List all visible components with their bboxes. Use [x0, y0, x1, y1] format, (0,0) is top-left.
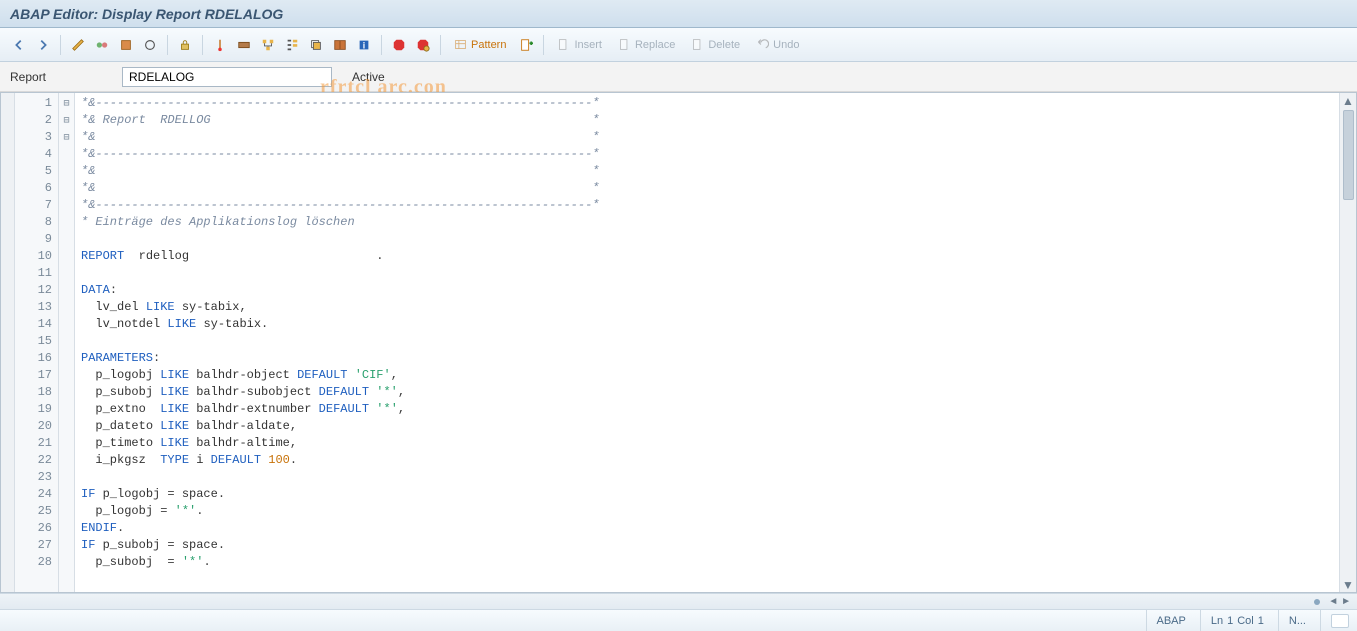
fold-gutter[interactable] — [1, 93, 15, 592]
svg-text:i: i — [363, 40, 365, 50]
help-button[interactable]: i — [353, 34, 375, 56]
toolbar-separator — [202, 35, 203, 55]
toolbar-separator — [440, 35, 441, 55]
status-line-number: 1 — [1227, 615, 1233, 627]
pattern-icon — [454, 38, 467, 51]
editor-nav-bar: ◄ ► — [0, 593, 1357, 609]
pencil-glasses-icon — [71, 38, 85, 52]
stack-icon — [309, 38, 323, 52]
status-language: ABAP — [1146, 610, 1186, 631]
report-label: Report — [10, 70, 110, 84]
stop-person-icon — [416, 38, 430, 52]
arrow-left-icon — [12, 38, 26, 52]
status-end-segment[interactable] — [1320, 610, 1349, 631]
scroll-up-icon[interactable]: ▲ — [1341, 93, 1356, 108]
delete-label: Delete — [708, 39, 740, 51]
nav-stack-button[interactable] — [305, 34, 327, 56]
line-number-gutter: 1234567891011121314151617181920212223242… — [15, 93, 59, 592]
status-ln-label: Ln — [1211, 615, 1223, 627]
vertical-scrollbar[interactable]: ▲ ▼ — [1339, 93, 1356, 592]
fullscreen-button[interactable] — [329, 34, 351, 56]
activate-button[interactable] — [209, 34, 231, 56]
undo-button[interactable]: Undo — [749, 34, 806, 56]
undo-icon — [756, 38, 769, 51]
title-bar: ABAP Editor: Display Report RDELALOG — [0, 0, 1357, 28]
report-row: Report Active — [0, 62, 1357, 92]
active-inactive-button[interactable] — [91, 34, 113, 56]
status-col-number: 1 — [1258, 615, 1264, 627]
object-list-button[interactable] — [281, 34, 303, 56]
scroll-down-icon[interactable]: ▼ — [1341, 577, 1356, 592]
status-cursor-position: Ln 1 Col 1 — [1200, 610, 1264, 631]
other-object-button[interactable] — [115, 34, 137, 56]
undo-label: Undo — [773, 39, 799, 51]
arrow-right-icon — [36, 38, 50, 52]
back-button[interactable] — [8, 34, 30, 56]
status-bar: ABAP Ln 1 Col 1 N... — [0, 609, 1357, 631]
code-area[interactable]: *&--------------------------------------… — [75, 93, 1339, 592]
pattern-label: Pattern — [471, 39, 506, 51]
toolbar-separator — [381, 35, 382, 55]
tree-icon — [285, 38, 299, 52]
book-icon — [333, 38, 347, 52]
test-button[interactable] — [233, 34, 255, 56]
replace-icon — [618, 38, 631, 51]
layout-icon — [1331, 614, 1349, 628]
marker-gutter: ⊟⊟⊟ — [59, 93, 75, 592]
plus-doc-icon — [519, 38, 533, 52]
insert-label: Insert — [574, 39, 602, 51]
info-icon: i — [357, 38, 371, 52]
match-icon — [213, 38, 227, 52]
delete-icon — [691, 38, 704, 51]
toolbar-separator — [60, 35, 61, 55]
forward-button[interactable] — [32, 34, 54, 56]
check-button[interactable] — [174, 34, 196, 56]
status-tail: N... — [1278, 610, 1306, 631]
stop-icon — [392, 38, 406, 52]
report-name-input[interactable] — [122, 67, 332, 87]
wrench-icon — [237, 38, 251, 52]
replace-button[interactable]: Replace — [611, 34, 682, 56]
report-status: Active — [352, 70, 385, 84]
toggle-icon — [95, 38, 109, 52]
lock-icon — [178, 38, 192, 52]
editor-nav-arrows[interactable]: ◄ ► — [1328, 596, 1351, 607]
code-editor[interactable]: 1234567891011121314151617181920212223242… — [0, 92, 1357, 593]
insert-button[interactable]: Insert — [550, 34, 609, 56]
where-used-button[interactable] — [257, 34, 279, 56]
enhance-button[interactable] — [139, 34, 161, 56]
hierarchy-icon — [261, 38, 275, 52]
replace-label: Replace — [635, 39, 675, 51]
spiral-icon — [143, 38, 157, 52]
toolbar-separator — [167, 35, 168, 55]
toolbar: i Pattern Insert Replace Delete Undo rfr… — [0, 28, 1357, 62]
breakpoint-button[interactable] — [388, 34, 410, 56]
pretty-printer-button[interactable] — [515, 34, 537, 56]
delete-button[interactable]: Delete — [684, 34, 747, 56]
insert-icon — [557, 38, 570, 51]
toolbar-separator — [543, 35, 544, 55]
display-change-button[interactable] — [67, 34, 89, 56]
marker-dot-icon — [1314, 599, 1320, 605]
breakpoint-ext-button[interactable] — [412, 34, 434, 56]
window-title: ABAP Editor: Display Report RDELALOG — [10, 6, 283, 22]
cube-icon — [119, 38, 133, 52]
status-col-label: Col — [1237, 615, 1254, 627]
pattern-button[interactable]: Pattern — [447, 34, 513, 56]
scroll-thumb[interactable] — [1343, 110, 1354, 200]
